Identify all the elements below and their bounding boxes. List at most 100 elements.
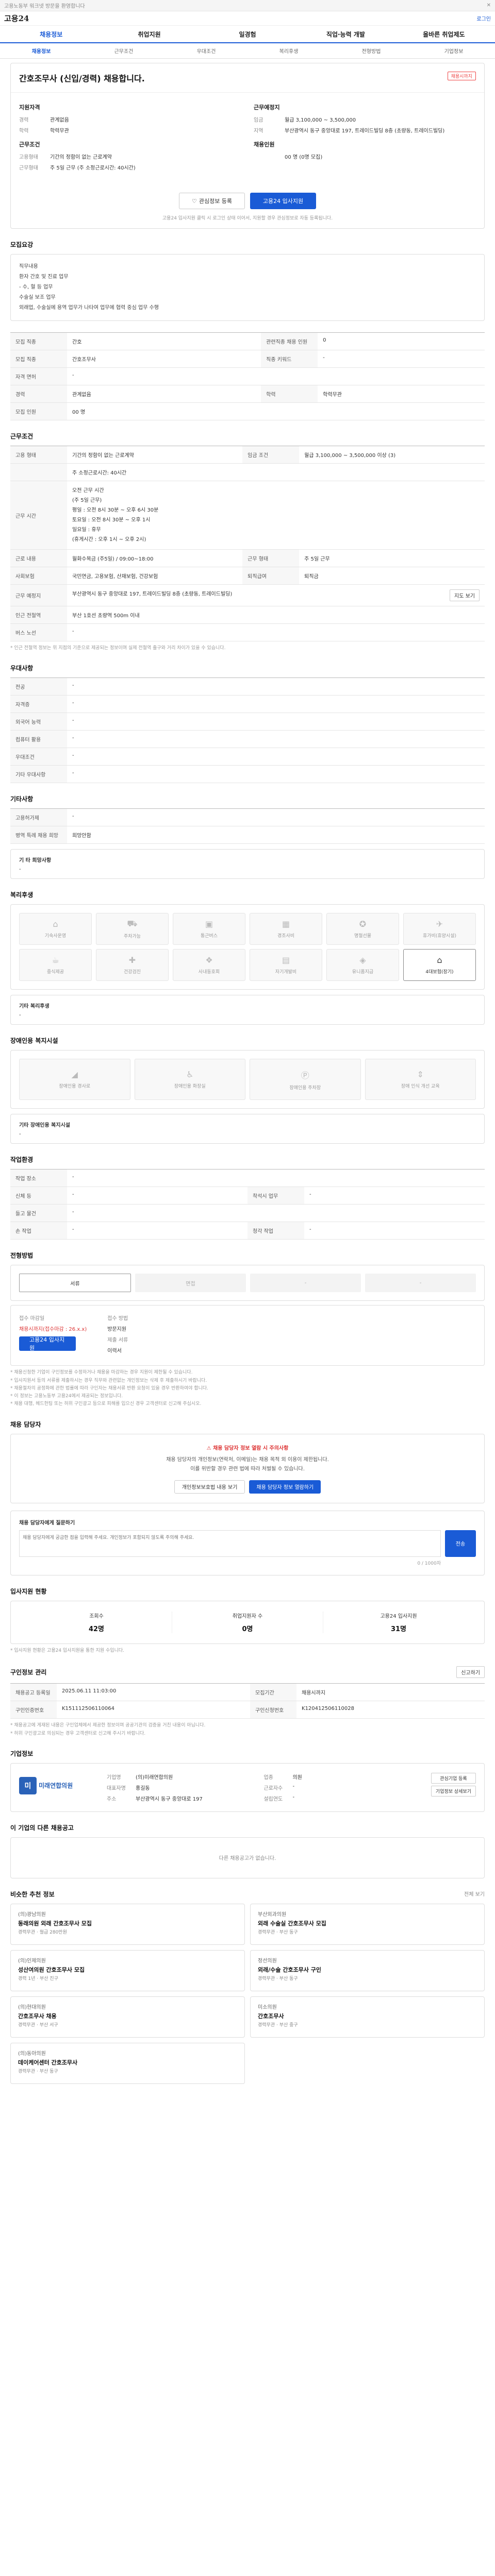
follow-company-button[interactable]: 관심기업 등록 xyxy=(431,1772,476,1784)
heart-icon: ♡ xyxy=(191,197,197,205)
qualification-heading: 지원자격 xyxy=(19,104,40,111)
section-title: 전형방법 xyxy=(10,1252,34,1260)
work-time-cell: 오전 근무 시간 (주 5일 근무) 평일 : 오전 8시 30분 ~ 오후 6… xyxy=(67,481,485,550)
tab-process[interactable]: 전형방법 xyxy=(330,47,412,55)
recommend-card[interactable]: (의)광남의원 동래의원 외래 간호조무사 모집 경력무관 · 월급 280만원 xyxy=(10,1903,245,1945)
kv-value: 부산광역시 동구 중앙대로 197, 트레이드빌딩 8층 (초량동, 트레이드빌… xyxy=(285,128,445,134)
company-info: 기업명 (의)미래연합의원 업종 의원 대표자명 홍길동 근로자수 - 주소 부산광역시 … xyxy=(107,1773,421,1802)
row-value: - xyxy=(304,1187,485,1205)
row-value: - xyxy=(67,808,485,827)
tab-recruit[interactable]: 채용정보 xyxy=(0,47,82,55)
welfare-item: ✈ 휴가비(휴양시설) xyxy=(403,913,476,945)
view-contact-button[interactable]: 채용 담당자 정보 열람하기 xyxy=(249,1480,321,1494)
recommend-card[interactable]: (의)동아의원 데이케어센터 간호조무사 경력무관 · 부산 동구 xyxy=(10,2042,245,2084)
tab-preference[interactable]: 우대조건 xyxy=(165,47,248,55)
award-icon: ✪ xyxy=(359,919,367,929)
tab-company[interactable]: 기업정보 xyxy=(412,47,495,55)
tab-welfare[interactable]: 복리후생 xyxy=(248,47,330,55)
recommend-card[interactable]: 미소의원 간호조무사 경력무관 · 부산 중구 xyxy=(250,1996,485,2038)
etc-section: 기타사항 고용허가제 - 병역 특례 채용 희망 희망안함 기 타 희망사항 - xyxy=(10,794,485,879)
nav-item-training[interactable]: 직업·능력 개발 xyxy=(296,30,394,39)
apply-button-2[interactable]: 고용24 입사지원 xyxy=(19,1336,76,1351)
conditions-heading: 근무조건 xyxy=(19,141,40,148)
site-logo[interactable]: 고용24 xyxy=(4,13,29,24)
row-value: 월급 3,100,000 ~ 3,500,000 이상 (3) xyxy=(299,446,485,464)
car-icon: ⛟ xyxy=(127,919,138,929)
row-label: 전공 xyxy=(10,677,67,696)
table-row: 인근 전철역 부산 1호선 초량역 500m 이내 xyxy=(10,606,485,624)
qna-send-button[interactable]: 전송 xyxy=(445,1530,476,1557)
privacy-law-button[interactable]: 개인정보보호법 내용 보기 xyxy=(174,1480,245,1494)
contact-p2: 이를 위반할 경우 관련 법에 따라 처벌될 수 있습니다. xyxy=(190,1466,305,1472)
report-button[interactable]: 신고하기 xyxy=(456,1666,485,1679)
tab-conditions[interactable]: 근무조건 xyxy=(82,47,165,55)
bookmark-label: 관심정보 등록 xyxy=(199,198,233,205)
table-row: 채용공고 등록일 2025.06.11 11:03:00 모집기간 채용시까지 xyxy=(10,1683,485,1702)
table-row: 모집 직종 간호 관련직종 채용 인원 0 xyxy=(10,332,485,350)
apply-notice: 고용24 입사지원 클릭 시 로그인 상태 이어서, 지원할 경우 관심정보로 … xyxy=(162,216,333,221)
company-detail-button[interactable]: 기업정보 상세보기 xyxy=(431,1785,476,1797)
etc-table: 고용허가제 - 병역 특례 채용 희망 희망안함 xyxy=(10,808,485,844)
row-label: 인근 전철역 xyxy=(10,606,67,624)
stat-label: 조회수 xyxy=(89,1614,104,1620)
recommend-grid: (의)광남의원 동래의원 외래 간호조무사 모집 경력무관 · 월급 280만원 부… xyxy=(10,1903,485,2084)
row-label: 모집 직종 xyxy=(10,350,67,368)
home-icon: ⌂ xyxy=(437,955,442,965)
map-button[interactable]: 지도 보기 xyxy=(450,589,480,601)
rec-title: 동래의원 외래 간호조무사 모집 xyxy=(18,1920,92,1927)
section-title: 모집요강 xyxy=(10,241,34,248)
time-line: 오전 근무 시간 xyxy=(72,488,104,494)
preference-table: 전공 - 자격증 - 외국어 능력 - 컴퓨터 활용 - 우대조건 - 기타 우대사항 - xyxy=(10,677,485,784)
note-line: * 채용신청한 기업이 구인정보를 수정하거나 채용을 마감하는 경우 지원이 … xyxy=(10,1370,193,1376)
work-table: 고용 형태 기간의 정함이 없는 근로계약 임금 조건 월급 3,100,000 ~ … xyxy=(10,446,485,641)
welfare-item: ✪ 명절선물 xyxy=(326,913,399,945)
rec-company: (의)현대의원 xyxy=(18,2004,46,2010)
rec-company: 미소의원 xyxy=(258,2004,277,2010)
rec-company: (의)인제의원 xyxy=(18,1958,46,1964)
nav-item-experience[interactable]: 일경험 xyxy=(199,30,296,39)
welfare-item: ⌂ 기숙사운영 xyxy=(19,913,92,945)
row-value: 간호조무사 xyxy=(67,350,261,368)
info-value: 부산광역시 동구 중앙대로 197 xyxy=(136,1796,203,1802)
nav-item-jobs[interactable]: 채용정보 xyxy=(2,30,100,39)
qna-input[interactable] xyxy=(19,1530,441,1557)
info-notes: * 채용공고에 게재된 내용은 구인업체에서 제공한 정보이며 공공기관의 검증… xyxy=(10,1722,485,1738)
note-line: * 채용공고에 게재된 내용은 구인업체에서 제공한 정보이며 공공기관의 검증… xyxy=(10,1723,206,1728)
view-all-link[interactable]: 전체 보기 xyxy=(464,1890,485,1899)
row-value: 00 명 xyxy=(67,402,485,420)
table-row: 근무 시간 오전 근무 시간 (주 5일 근무) 평일 : 오전 8시 30분 … xyxy=(10,481,485,550)
table-row: 고용 형태 기간의 정함이 없는 근로계약 임금 조건 월급 3,100,000 ~ … xyxy=(10,446,485,464)
stat-item: 취업지원자 수 0명 xyxy=(172,1612,323,1634)
table-row: 경력 관계없음 학력 학력무관 xyxy=(10,385,485,403)
apply-button[interactable]: 고용24 입사지원 xyxy=(250,193,316,209)
login-link[interactable]: 로그인 xyxy=(476,14,491,22)
facility-label: 장애인용 화장실 xyxy=(174,1084,206,1090)
welfare-label: 사내동호회 xyxy=(198,970,220,975)
nav-item-system[interactable]: 올바른 취업제도 xyxy=(395,30,493,39)
table-row: 신체 등 - 착석시 업무 - xyxy=(10,1187,485,1205)
apply-method: 접수 마감일 채용시까지(접수마감 : 26.x.x) 고용24 입사지원 접수… xyxy=(10,1305,485,1366)
stat-value: 0명 xyxy=(242,1625,253,1634)
rec-meta: 경력 1년 · 부산 진구 xyxy=(18,1976,58,1981)
recommend-card[interactable]: (의)인제의원 성산여의원 간호조무사 모집 경력 1년 · 부산 진구 xyxy=(10,1950,245,1991)
close-icon[interactable]: ✕ xyxy=(487,3,491,8)
recommend-card[interactable]: 부산외과의원 외래 수술실 간호조무사 모집 경력무관 · 부산 동구 xyxy=(250,1903,485,1945)
info-label: 근로자수 xyxy=(263,1785,283,1791)
row-label xyxy=(10,463,67,481)
contact-p1: 채용 담당자의 개인정보(연락처, 이메일)는 채용 목적 외 이용이 제한됩니… xyxy=(166,1456,329,1463)
bookmark-button[interactable]: ♡ 관심정보 등록 xyxy=(179,193,245,209)
rec-meta: 경력무관 · 월급 280만원 xyxy=(18,1929,67,1935)
nav-item-support[interactable]: 취업지원 xyxy=(100,30,198,39)
row-value: 0 xyxy=(318,332,485,350)
facility-item: ⇕ 장애 인식 개선 교육 xyxy=(365,1059,476,1100)
welfare-subbox: 기타 복리후생 - xyxy=(10,995,485,1025)
recommend-card[interactable]: 정선의원 외래/수술 간호조무사 구인 경력무관 · 부산 동구 xyxy=(250,1950,485,1991)
row-label: 근무 형태 xyxy=(242,549,300,567)
stat-value: 31명 xyxy=(390,1625,407,1634)
row-value: - xyxy=(67,677,485,696)
table-row: 모집 직종 간호조무사 직종 키워드 - xyxy=(10,350,485,368)
recommend-card[interactable]: (의)현대의원 간호조무사 채용 경력무관 · 부산 서구 xyxy=(10,1996,245,2038)
kv-value: 00 명 (0명 모집) xyxy=(285,155,323,160)
duty-line: - 수, 혈 등 업무 xyxy=(19,284,53,290)
toilet-icon: ♿ xyxy=(186,1070,194,1080)
